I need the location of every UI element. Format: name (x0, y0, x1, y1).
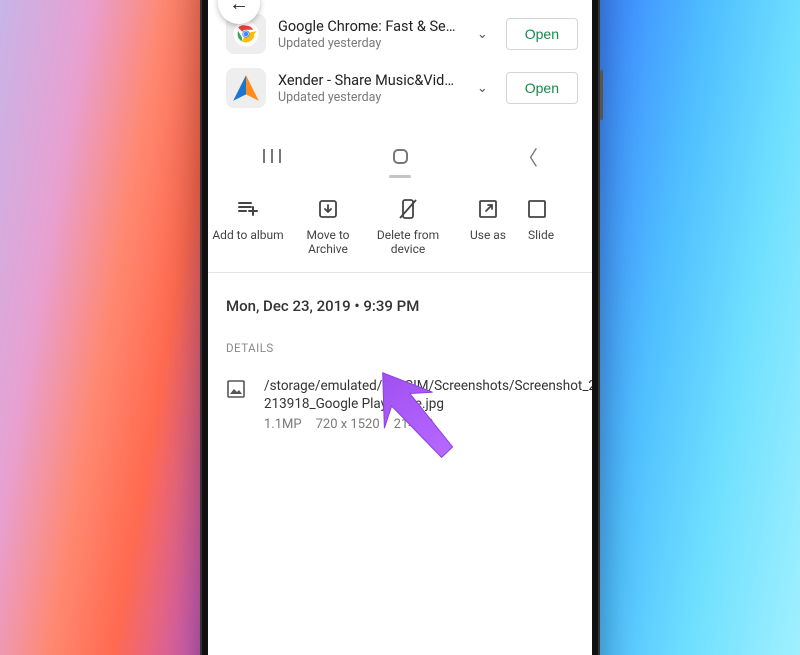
app-row[interactable]: Google Chrome: Fast & Secure Updated yes… (208, 10, 592, 64)
action-move-to-archive[interactable]: Move to Archive (288, 198, 368, 256)
photo-timestamp: Mon, Dec 23, 2019 • 9:39 PM (226, 297, 574, 315)
open-button[interactable]: Open (506, 72, 578, 104)
action-slideshow[interactable]: Slide (528, 198, 568, 242)
arrow-left-icon: ← (229, 0, 249, 16)
action-delete-from-device[interactable]: Delete from device (368, 198, 448, 256)
screen: 10:23 ⋯ 32% ← Upda (208, 0, 592, 655)
nav-recents-button[interactable] (259, 143, 285, 169)
action-label: Add to album (212, 228, 283, 242)
app-title: Google Chrome: Fast & Secure (278, 18, 459, 35)
app-row[interactable]: Xender - Share Music&Video, Transfer Upd… (208, 64, 592, 118)
nav-back-button[interactable]: 〈 (515, 143, 541, 169)
chevron-down-icon[interactable]: ⌄ (471, 27, 494, 42)
archive-icon (317, 198, 339, 220)
photo-actions-sheet: Add to album Move to Archive Delete from… (208, 180, 592, 442)
action-label: Move to Archive (288, 228, 368, 256)
action-row: Add to album Move to Archive Delete from… (208, 180, 592, 272)
phone-frame: 10:23 ⋯ 32% ← Upda (200, 0, 600, 655)
action-label: Slide (528, 228, 554, 242)
open-external-icon (477, 198, 499, 220)
chevron-down-icon[interactable]: ⌄ (471, 81, 494, 96)
app-subtitle: Updated yesterday (278, 36, 459, 51)
phone-side-button (600, 70, 603, 120)
action-label: Delete from device (368, 228, 448, 256)
android-nav-bar: 〈 (208, 132, 592, 180)
play-store-app-list: Updated yesterday ⌄ Open Google Chrome: … (208, 0, 592, 118)
photo-file-meta: 1.1MP720 x 1520214 kB (264, 417, 592, 432)
slideshow-icon (528, 198, 550, 220)
action-use-as[interactable]: Use as (448, 198, 528, 242)
action-label: Use as (470, 228, 506, 242)
details-section-label: DETAILS (226, 341, 574, 355)
action-add-to-album[interactable]: Add to album (208, 198, 288, 242)
delete-from-device-icon (397, 198, 419, 220)
open-button[interactable]: Open (506, 18, 578, 50)
app-subtitle: Updated yesterday (278, 90, 459, 105)
photo-details: Mon, Dec 23, 2019 • 9:39 PM DETAILS /sto… (208, 273, 592, 442)
playlist-add-icon (237, 198, 259, 220)
app-title: Xender - Share Music&Video, Transfer (278, 72, 459, 89)
photo-file-path: /storage/emulated/0/DCIM/Screenshots/Scr… (264, 377, 592, 413)
image-file-icon (226, 379, 246, 403)
app-row[interactable]: Updated yesterday ⌄ Open (208, 0, 592, 10)
nav-home-button[interactable] (387, 143, 413, 169)
app-icon (226, 68, 266, 108)
